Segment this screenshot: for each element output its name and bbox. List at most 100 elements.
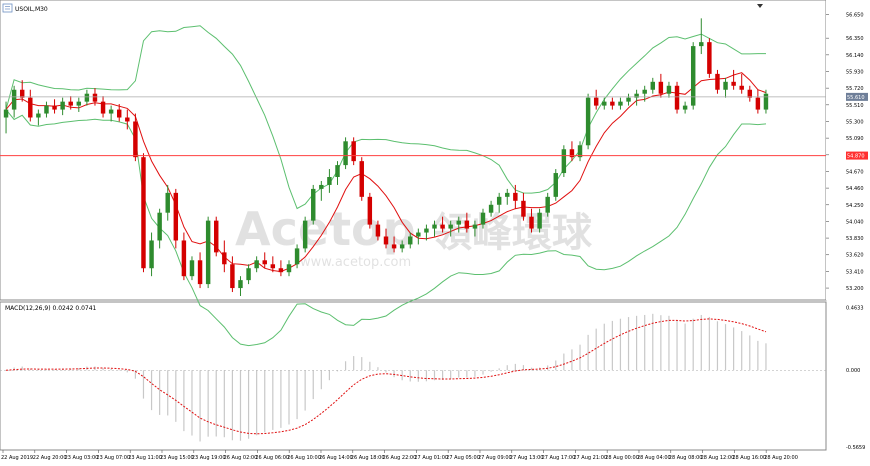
candle-body (529, 216, 534, 229)
candle-body (100, 101, 106, 114)
price-tick-label: 54.250 (846, 203, 864, 209)
candle-body (755, 97, 761, 110)
candle-body (116, 109, 122, 118)
candle-body (585, 97, 591, 146)
candle (351, 137, 356, 166)
candle-body (108, 109, 114, 114)
time-tick-label: 22 Aug 2019 (1, 455, 33, 461)
time-tick-label: 27 Aug 01:00 (414, 455, 448, 461)
candle-body (496, 196, 502, 205)
candle-body (699, 42, 704, 47)
candle-body (262, 260, 267, 265)
price-tick-label: 55.300 (846, 119, 864, 125)
price-tick-label: 56.350 (846, 36, 864, 42)
time-tick-label: 27 Aug 13:00 (510, 455, 544, 461)
candle-body (222, 252, 227, 265)
time-tick-label: 26 Aug 06:00 (255, 455, 289, 461)
price-tick-label: 55.090 (846, 136, 864, 142)
menu-icon[interactable] (2, 3, 13, 13)
time-tick-label: 27 Aug 09:00 (478, 455, 512, 461)
candle (674, 81, 680, 114)
candle-body (626, 97, 631, 102)
macd-tick-label: 0.4633 (846, 306, 864, 312)
candle (343, 137, 348, 170)
candle-body (311, 188, 316, 221)
candle-body (707, 42, 712, 74)
candle (214, 216, 219, 257)
candle-body (294, 248, 300, 265)
time-tick-label: 26 Aug 22:00 (383, 455, 417, 461)
candle-body (197, 260, 203, 285)
candle-body (133, 121, 138, 158)
candle-body (52, 105, 57, 110)
candle-body (650, 81, 656, 90)
candle-body (375, 224, 381, 237)
candle (367, 192, 373, 229)
price-tick-label: 55.510 (846, 103, 864, 109)
watermark-url: www.acetop.com (300, 255, 411, 270)
time-axis: 22 Aug 2019 22 Aug 20:0023 Aug 03:0023 Au… (1, 450, 798, 461)
candle-body (448, 224, 453, 229)
chart-canvas: Acetop 領峰環球 www.acetop.com 56.65056.3505… (0, 0, 870, 461)
candle (173, 188, 179, 249)
price-tick-label: 55.930 (846, 69, 864, 75)
time-tick-label: 23 Aug 03:00 (65, 455, 99, 461)
time-tick-label: 26 Aug 14:00 (319, 455, 353, 461)
time-tick-label: 26 Aug 18:00 (351, 455, 385, 461)
candle-body (76, 101, 82, 106)
time-tick-label: 27 Aug 17:00 (542, 455, 576, 461)
time-tick-label: 23 Aug 07:00 (96, 455, 130, 461)
candle-body (28, 97, 33, 118)
candle (585, 93, 591, 150)
time-tick-label: 28 Aug 04:00 (637, 455, 671, 461)
candle-body (513, 192, 518, 201)
chart-title: USOIL,M30 (15, 6, 48, 13)
candle-body (658, 81, 664, 94)
candle-body (205, 220, 211, 285)
price-tick-label: 54.460 (846, 186, 864, 192)
candle-body (270, 264, 276, 269)
candle-body (674, 85, 680, 110)
time-tick-label: 27 Aug 05:00 (446, 455, 480, 461)
macd-tick-label: -0.5659 (846, 445, 865, 451)
time-tick-label: 28 Aug 08:00 (669, 455, 703, 461)
candle (311, 184, 316, 225)
candle-body (343, 141, 348, 166)
candle-body (335, 165, 340, 178)
candle-body (278, 268, 284, 273)
candle-body (618, 101, 623, 106)
candle-body (416, 232, 421, 237)
candle-body (157, 212, 162, 241)
time-tick-label: 23 Aug 15:00 (160, 455, 194, 461)
time-tick-label: 28 Aug 16:00 (732, 455, 766, 461)
level-price-tag: 54.870 (847, 154, 865, 160)
candle-body (286, 264, 292, 273)
candle-body (424, 228, 429, 233)
chart-window: Acetop 領峰環球 www.acetop.com 56.650 56.350 5… (0, 0, 870, 462)
time-tick-label: 27 Aug 21:00 (573, 455, 607, 461)
candle (707, 38, 712, 78)
candle (359, 157, 364, 201)
candle-body (642, 89, 647, 94)
candle (690, 42, 696, 110)
candle-body (181, 240, 187, 277)
candle-body (173, 192, 179, 241)
candle-body (84, 93, 90, 102)
candle-body (553, 173, 558, 197)
candle-body (165, 192, 170, 213)
price-tick-label: 56.140 (846, 53, 864, 59)
candle-body (715, 73, 720, 90)
candle (302, 216, 308, 253)
price-tick-label: 55.720 (846, 86, 864, 92)
macd-tick-label: 0.000 (846, 368, 860, 374)
time-tick-label: 26 Aug 02:00 (224, 455, 258, 461)
price-tick-label: 53.830 (846, 236, 864, 242)
macd-panel (0, 301, 827, 451)
candle (561, 145, 567, 178)
time-tick-label: 26 Aug 10:00 (287, 455, 321, 461)
candle (141, 153, 146, 273)
candle-body (391, 244, 397, 249)
candle-body (464, 220, 470, 229)
candle-body (521, 200, 526, 217)
candle-body (763, 93, 769, 110)
